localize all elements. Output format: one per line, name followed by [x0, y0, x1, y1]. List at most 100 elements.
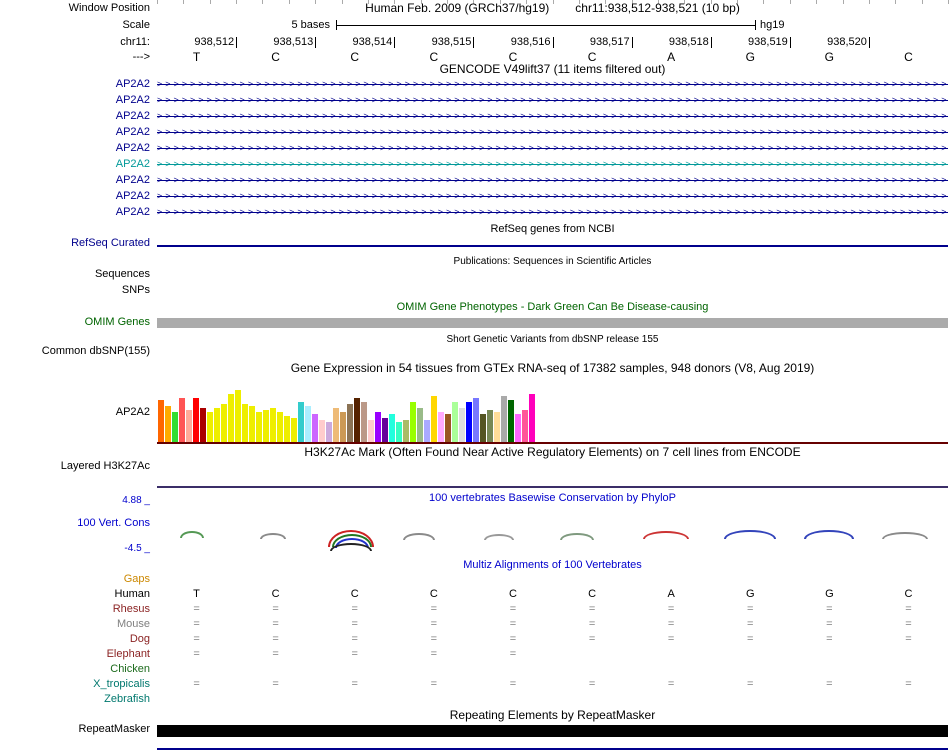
- gtex-bar[interactable]: [242, 404, 248, 442]
- gtex-bar[interactable]: [508, 400, 514, 442]
- gene-arrow-line[interactable]: >>>>>>>>>>>>>>>>>>>>>>>>>>>>>>>>>>>>>>>>…: [157, 206, 948, 219]
- gtex-bar[interactable]: [172, 412, 178, 442]
- gene-label[interactable]: AP2A2: [0, 174, 150, 187]
- gtex-bar[interactable]: [277, 412, 283, 442]
- gtex-bar[interactable]: [459, 408, 465, 442]
- gtex-bar[interactable]: [249, 406, 255, 442]
- species-label-gaps[interactable]: Gaps: [0, 573, 150, 586]
- coordinate-tick: [868, 37, 870, 48]
- gtex-bar[interactable]: [158, 400, 164, 442]
- gtex-bar[interactable]: [214, 408, 220, 442]
- species-label-mouse[interactable]: Mouse: [0, 618, 150, 631]
- gtex-bar[interactable]: [326, 422, 332, 442]
- repeatmasker-bar[interactable]: [157, 725, 948, 737]
- gtex-bar[interactable]: [347, 404, 353, 442]
- species-label-dog[interactable]: Dog: [0, 633, 150, 646]
- gene-arrow-line[interactable]: >>>>>>>>>>>>>>>>>>>>>>>>>>>>>>>>>>>>>>>>…: [157, 142, 948, 155]
- gtex-bar[interactable]: [501, 396, 507, 442]
- gtex-bar[interactable]: [445, 414, 451, 442]
- gene-label[interactable]: AP2A2: [0, 190, 150, 203]
- species-label-chicken[interactable]: Chicken: [0, 663, 150, 676]
- gtex-bar[interactable]: [193, 398, 199, 442]
- gtex-bar[interactable]: [340, 412, 346, 442]
- snps-label[interactable]: SNPs: [0, 284, 150, 297]
- gtex-bar[interactable]: [200, 408, 206, 442]
- gtex-bar[interactable]: [389, 414, 395, 442]
- cons-track-label[interactable]: 100 Vert. Cons: [0, 517, 150, 530]
- gtex-bar[interactable]: [228, 394, 234, 442]
- gene-label[interactable]: AP2A2: [0, 78, 150, 91]
- sequences-label[interactable]: Sequences: [0, 268, 150, 281]
- species-label-x_tropicalis[interactable]: X_tropicalis: [0, 678, 150, 691]
- gene-label[interactable]: AP2A2: [0, 158, 150, 171]
- alignment-cell: =: [272, 618, 279, 630]
- gene-arrow-line[interactable]: >>>>>>>>>>>>>>>>>>>>>>>>>>>>>>>>>>>>>>>>…: [157, 94, 948, 107]
- gtex-bar[interactable]: [424, 420, 430, 442]
- species-label-elephant[interactable]: Elephant: [0, 648, 150, 661]
- gtex-bar[interactable]: [410, 402, 416, 442]
- gtex-bar[interactable]: [319, 420, 325, 442]
- gtex-bar[interactable]: [256, 412, 262, 442]
- gtex-bar[interactable]: [487, 410, 493, 442]
- alignment-cell: =: [509, 648, 517, 660]
- gtex-bar[interactable]: [270, 408, 276, 442]
- alignment-cell: =: [826, 603, 833, 615]
- gene-arrow-line[interactable]: >>>>>>>>>>>>>>>>>>>>>>>>>>>>>>>>>>>>>>>>…: [157, 190, 948, 203]
- gtex-bar[interactable]: [382, 418, 388, 442]
- gtex-bar[interactable]: [333, 408, 339, 442]
- repeatmasker-label[interactable]: RepeatMasker: [0, 723, 150, 736]
- gtex-bar[interactable]: [466, 402, 472, 442]
- gtex-bar[interactable]: [368, 420, 374, 442]
- gtex-bar[interactable]: [312, 414, 318, 442]
- gtex-bar[interactable]: [291, 418, 297, 442]
- gene-label[interactable]: AP2A2: [0, 94, 150, 107]
- gtex-bar[interactable]: [361, 402, 367, 442]
- gtex-bar[interactable]: [452, 402, 458, 442]
- gene-label[interactable]: AP2A2: [0, 126, 150, 139]
- species-label-zebrafish[interactable]: Zebrafish: [0, 693, 150, 706]
- gtex-bar[interactable]: [396, 422, 402, 442]
- gene-arrow-line[interactable]: >>>>>>>>>>>>>>>>>>>>>>>>>>>>>>>>>>>>>>>>…: [157, 126, 948, 139]
- gene-arrow-line[interactable]: >>>>>>>>>>>>>>>>>>>>>>>>>>>>>>>>>>>>>>>>…: [157, 78, 948, 91]
- gtex-bar[interactable]: [480, 414, 486, 442]
- gtex-bar[interactable]: [179, 398, 185, 442]
- gene-label[interactable]: AP2A2: [0, 206, 150, 219]
- scale-bar: [336, 20, 756, 30]
- gtex-bar[interactable]: [417, 408, 423, 442]
- conservation-mark: [804, 530, 854, 539]
- gtex-bar[interactable]: [522, 410, 528, 442]
- gtex-bar[interactable]: [207, 412, 213, 442]
- omim-genes-label[interactable]: OMIM Genes: [0, 316, 150, 329]
- gene-label[interactable]: AP2A2: [0, 110, 150, 123]
- gtex-gene-label[interactable]: AP2A2: [0, 406, 150, 419]
- gtex-bar[interactable]: [438, 412, 444, 442]
- gtex-bar[interactable]: [473, 398, 479, 442]
- omim-bar[interactable]: [157, 318, 948, 328]
- h3k27ac-label[interactable]: Layered H3K27Ac: [0, 460, 150, 473]
- gene-arrow-line[interactable]: >>>>>>>>>>>>>>>>>>>>>>>>>>>>>>>>>>>>>>>>…: [157, 158, 948, 171]
- gtex-bar[interactable]: [354, 398, 360, 442]
- gtex-bar[interactable]: [494, 412, 500, 442]
- h3k27ac-baseline[interactable]: [157, 486, 948, 488]
- gtex-bar[interactable]: [284, 416, 290, 442]
- species-label-rhesus[interactable]: Rhesus: [0, 603, 150, 616]
- gtex-bar[interactable]: [165, 406, 171, 442]
- gtex-bar[interactable]: [221, 404, 227, 442]
- refseq-line[interactable]: [157, 245, 948, 247]
- gtex-bar[interactable]: [403, 420, 409, 442]
- dbsnp-label[interactable]: Common dbSNP(155): [0, 345, 150, 358]
- gene-label[interactable]: AP2A2: [0, 142, 150, 155]
- species-label-human[interactable]: Human: [0, 588, 150, 601]
- gtex-bar[interactable]: [305, 406, 311, 442]
- gtex-bar[interactable]: [186, 410, 192, 442]
- gtex-bar[interactable]: [529, 394, 535, 442]
- gene-arrow-line[interactable]: >>>>>>>>>>>>>>>>>>>>>>>>>>>>>>>>>>>>>>>>…: [157, 174, 948, 187]
- gtex-bar[interactable]: [375, 412, 381, 442]
- gene-arrow-line[interactable]: >>>>>>>>>>>>>>>>>>>>>>>>>>>>>>>>>>>>>>>>…: [157, 110, 948, 123]
- gtex-bar[interactable]: [235, 390, 241, 442]
- gtex-bar[interactable]: [263, 410, 269, 442]
- gtex-bar[interactable]: [515, 414, 521, 442]
- gtex-bar[interactable]: [298, 402, 304, 442]
- refseq-curated-label[interactable]: RefSeq Curated: [0, 237, 150, 250]
- gtex-bar[interactable]: [431, 396, 437, 442]
